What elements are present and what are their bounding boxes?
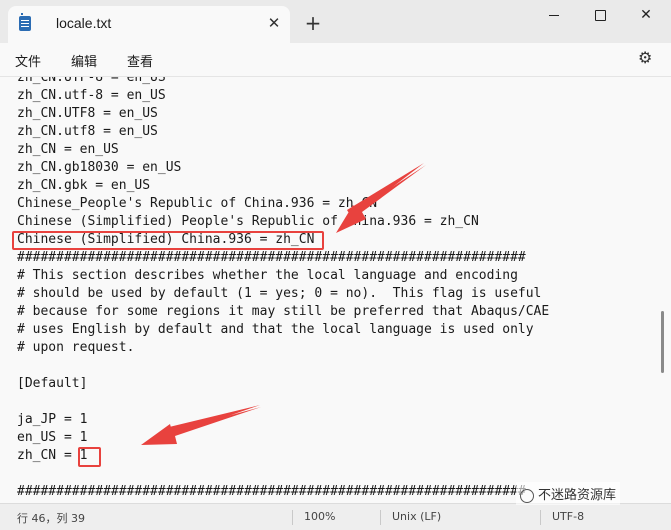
editor-line: zh_CN.UTF8 = en_US: [17, 106, 158, 121]
editor-line: en_US = 1: [17, 430, 88, 445]
encoding[interactable]: UTF-8: [552, 510, 584, 523]
tab-locale-txt[interactable]: locale.txt ✕: [8, 6, 290, 43]
editor-line: [Default]: [17, 376, 88, 391]
status-divider: [380, 510, 381, 525]
text-editor[interactable]: zh_CN.UTF-8 = en_US zh_CN.utf-8 = en_US …: [0, 76, 671, 504]
settings-gear-icon[interactable]: ⚙: [638, 50, 654, 66]
status-divider: [292, 510, 293, 525]
minimize-icon: [549, 14, 559, 16]
editor-line: # because for some regions it may still …: [17, 304, 550, 319]
notepad-window: locale.txt ✕ + ✕ 文件 编辑 查看 ⚙ zh_CN.UTF-8 …: [0, 0, 671, 530]
editor-line: zh_CN.utf-8 = en_US: [17, 88, 166, 103]
tab-title: locale.txt: [56, 15, 112, 31]
watermark: 不迷路资源库: [516, 482, 621, 505]
minimize-button[interactable]: [531, 0, 577, 30]
editor-line: # uses English by default and that the l…: [17, 322, 534, 337]
editor-line: Chinese_People's Republic of China.936 =…: [17, 196, 378, 211]
editor-line: ########################################…: [17, 250, 526, 265]
vertical-scrollbar[interactable]: [661, 311, 664, 373]
tab-close-icon[interactable]: ✕: [263, 12, 285, 34]
editor-line: # This section describes whether the loc…: [17, 268, 518, 283]
line-ending[interactable]: Unix (LF): [392, 510, 441, 523]
watermark-text: 不迷路资源库: [538, 488, 617, 503]
editor-line: # should be used by default (1 = yes; 0 …: [17, 286, 542, 301]
title-bar: locale.txt ✕ + ✕: [0, 0, 671, 43]
editor-lines: zh_CN.UTF-8 = en_US zh_CN.utf-8 = en_US …: [17, 76, 550, 501]
editor-line: zh_CN = en_US: [17, 142, 119, 157]
status-divider: [540, 510, 541, 525]
annotation-box-zh-cn-value: [78, 447, 101, 467]
close-button[interactable]: ✕: [623, 0, 669, 30]
editor-line: Chinese (Simplified) People's Republic o…: [17, 214, 479, 229]
editor-line: zh_CN.UTF-8 = en_US: [17, 76, 166, 85]
status-bar: 行 46，列 39 100% Unix (LF) UTF-8: [0, 503, 671, 530]
menu-file[interactable]: 文件: [15, 51, 41, 70]
editor-line: zh_CN.gb18030 = en_US: [17, 160, 182, 175]
editor-line: ja_JP = 1: [17, 412, 88, 427]
editor-line: ########################################…: [17, 484, 526, 499]
zoom-level[interactable]: 100%: [304, 510, 335, 523]
new-tab-button[interactable]: +: [300, 11, 326, 37]
maximize-icon: [594, 9, 606, 21]
annotation-box-china-936: [12, 231, 324, 250]
notepad-icon: [19, 13, 31, 31]
editor-line: zh_CN.utf8 = en_US: [17, 124, 158, 139]
menu-edit[interactable]: 编辑: [71, 51, 97, 70]
menu-view[interactable]: 查看: [127, 51, 153, 70]
editor-line: # upon request.: [17, 340, 135, 355]
wechat-logo-icon: [520, 488, 534, 503]
maximize-button[interactable]: [577, 0, 623, 30]
menu-bar: 文件 编辑 查看 ⚙: [0, 43, 671, 76]
editor-line: zh_CN.gbk = en_US: [17, 178, 151, 193]
cursor-position: 行 46，列 39: [17, 512, 85, 525]
